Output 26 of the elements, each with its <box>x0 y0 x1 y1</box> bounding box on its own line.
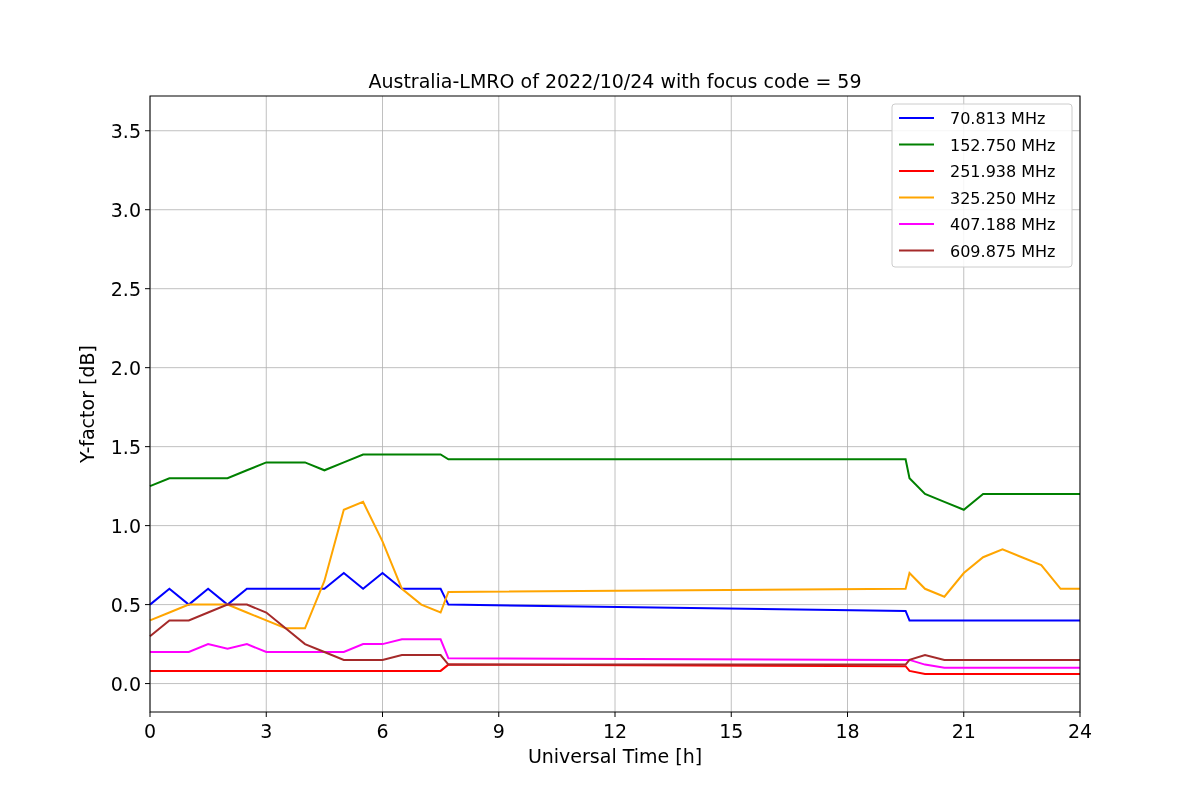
legend-label: 325.250 MHz <box>950 188 1056 208</box>
y-tick-label: 3.0 <box>110 198 141 221</box>
y-tick-label: 2.5 <box>110 277 141 300</box>
legend-label: 609.875 MHz <box>950 241 1056 261</box>
x-axis-label: Universal Time [h] <box>527 745 703 767</box>
legend-label: 407.188 MHz <box>950 215 1056 234</box>
x-tick-label: 15 <box>719 720 744 742</box>
x-tick-label: 21 <box>951 720 976 742</box>
x-tick-label: 0 <box>143 720 157 742</box>
y-tick-label: 1.5 <box>110 435 141 458</box>
x-tick-label: 6 <box>376 720 389 742</box>
y-tick-label: 0.5 <box>110 593 141 616</box>
legend-label: 70.813 MHz <box>950 109 1046 128</box>
y-axis-label: Y-factor [dB] <box>76 345 98 463</box>
legend-label: 152.750 MHz <box>950 135 1056 155</box>
chart-title: Australia-LMRO of 2022/10/24 with focus code = 59 <box>368 70 862 92</box>
y-tick-label: 0.0 <box>110 672 141 695</box>
x-tick-label: 18 <box>835 720 860 742</box>
x-tick-label: 9 <box>492 720 505 742</box>
legend-label: 251.938 MHz <box>950 162 1056 181</box>
y-tick-label: 3.5 <box>110 119 141 142</box>
y-tick-label: 1.0 <box>110 514 141 537</box>
x-tick-label: 3 <box>260 720 273 742</box>
x-tick-label: 12 <box>602 720 628 742</box>
y-tick-label: 2.0 <box>110 356 141 379</box>
x-tick-label: 24 <box>1067 720 1093 742</box>
